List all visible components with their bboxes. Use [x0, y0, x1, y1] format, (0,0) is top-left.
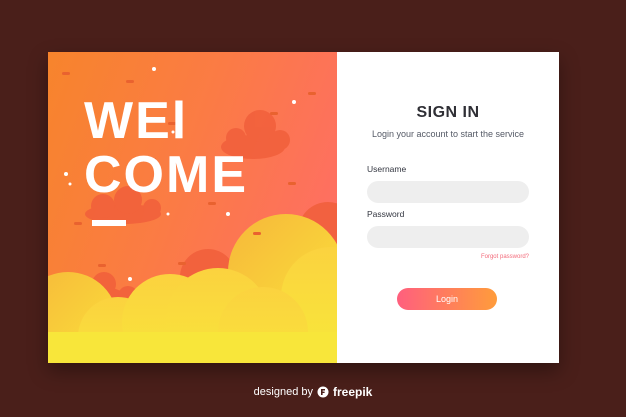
password-label: Password: [367, 209, 405, 219]
username-input[interactable]: [367, 181, 529, 203]
footer-credit: designed by freepik: [0, 385, 626, 399]
freepik-brand[interactable]: freepik: [333, 385, 372, 399]
password-input[interactable]: [367, 226, 529, 248]
sign-in-title: SIGN IN: [416, 104, 480, 121]
forgot-password-link[interactable]: Forgot password?: [367, 254, 529, 260]
welcome-panel: WEl COME: [48, 52, 337, 363]
sign-in-panel: SIGN IN Login your account to start the …: [337, 52, 559, 363]
welcome-line-1: WEl: [84, 92, 189, 150]
foreground-clouds: [48, 214, 337, 363]
welcome-heading: WEl COME: [84, 94, 248, 202]
welcome-line-2: COME: [84, 146, 248, 204]
login-card: WEl COME SIGN IN Login your account to s…: [48, 52, 559, 363]
welcome-underline: [92, 220, 126, 226]
sign-in-subtitle: Login your account to start the service: [371, 129, 525, 139]
freepik-logo-icon: [317, 386, 329, 398]
login-button[interactable]: Login: [397, 288, 497, 310]
designed-by-text: designed by: [253, 386, 313, 398]
username-label: Username: [367, 164, 407, 174]
